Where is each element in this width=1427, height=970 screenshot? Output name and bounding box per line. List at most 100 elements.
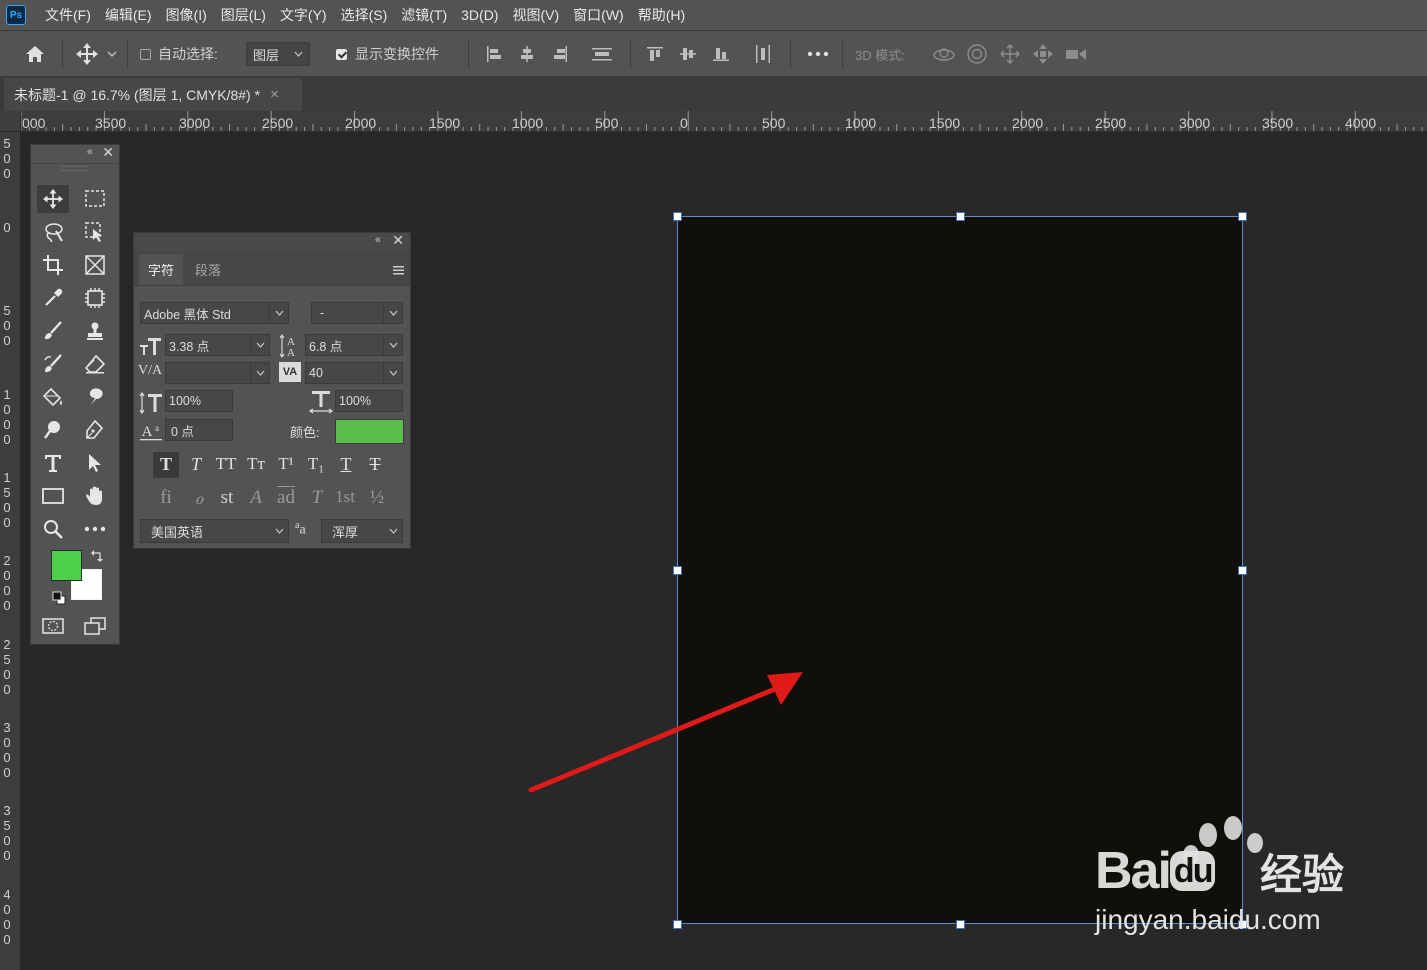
collapse-icon[interactable]: « [375,234,381,246]
distribute-vertical-icon[interactable] [590,31,614,77]
align-bottom-edges-icon[interactable] [710,31,732,77]
distribute-horizontal-icon[interactable] [752,31,774,77]
auto-select-checkbox[interactable] [138,31,152,77]
vertical-ruler[interactable]: 50005001000150020002500300035004000 [0,132,21,970]
transform-handle-right[interactable] [1238,566,1247,575]
menu-window[interactable]: 窗口(W) [566,0,631,30]
close-tab-icon[interactable]: × [270,86,279,103]
menu-type[interactable]: 文字(Y) [273,0,334,30]
align-left-edges-icon[interactable] [483,31,505,77]
swash-button[interactable]: A [243,487,269,509]
show-transform-checkbox[interactable] [334,31,348,77]
text-color-swatch[interactable] [335,419,404,444]
align-right-edges-icon[interactable] [549,31,571,77]
menu-select[interactable]: 选择(S) [334,0,395,30]
transform-handle-top-right[interactable] [1238,212,1247,221]
rectangle-tool-icon[interactable] [37,482,69,510]
kerning-dropdown[interactable] [165,362,270,384]
crop-tool-icon[interactable] [37,251,69,279]
path-selection-tool-icon[interactable] [79,449,111,477]
menu-filter[interactable]: 滤镜(T) [394,0,454,30]
collapse-icon[interactable]: « [87,146,93,158]
transform-handle-top-left[interactable] [673,212,682,221]
horizontal-scale-input[interactable]: 100% [335,390,403,412]
marquee-tool-icon[interactable] [79,185,111,213]
menu-layer[interactable]: 图层(L) [214,0,273,30]
stylistic-alternates-button[interactable]: ad [273,487,299,509]
titling-alternates-button[interactable]: T [304,487,330,509]
brush-tool-icon[interactable] [37,317,69,345]
tool-preset-chevron-down-icon[interactable] [104,31,120,77]
paint-bucket-tool-icon[interactable] [37,383,69,411]
zoom-tool-icon[interactable] [37,515,69,543]
all-caps-button[interactable]: TT [214,454,238,474]
horizontal-ruler[interactable]: 000 3500 3000 2500 2000 1500 1000 500 0 … [0,111,1427,132]
discretionary-ligatures-button[interactable]: st [214,487,240,509]
menu-help[interactable]: 帮助(H) [631,0,692,30]
transform-handle-left[interactable] [673,566,682,575]
transform-handle-top[interactable] [956,212,965,221]
swap-colors-icon[interactable] [90,549,104,566]
faux-italic-button[interactable]: T [184,454,208,475]
menu-3d[interactable]: 3D(D) [454,0,505,30]
old-style-button[interactable]: ℴ [186,487,212,510]
ligatures-button[interactable]: fi [153,487,179,509]
align-top-edges-icon[interactable] [644,31,666,77]
tab-paragraph[interactable]: 段落 [186,254,230,285]
transform-handle-bottom[interactable] [956,920,965,929]
pen-tool-icon[interactable] [79,416,111,444]
font-size-input[interactable]: 3.38 点 [165,334,270,356]
tab-character[interactable]: 字符 [139,254,183,285]
patch-tool-icon[interactable] [79,284,111,312]
faux-bold-button[interactable]: T [154,454,178,475]
hand-tool-icon[interactable] [79,482,111,510]
3d-orbit-icon[interactable] [930,31,958,77]
strikethrough-button[interactable]: T [363,454,387,475]
3d-pan-icon[interactable] [996,31,1024,77]
home-icon[interactable] [20,31,50,77]
align-horizontal-centers-icon[interactable] [516,31,538,77]
vertical-scale-input[interactable]: 100% [165,390,233,412]
subscript-button[interactable]: T₁ [304,454,328,474]
document-tab[interactable]: 未标题-1 @ 16.7% (图层 1, CMYK/8#) * × [4,78,302,111]
3d-scale-camera-icon[interactable] [1062,31,1090,77]
layer-dropdown[interactable]: 图层 [246,31,310,77]
foreground-color-swatch[interactable] [51,550,82,581]
screen-mode-icon[interactable] [79,612,111,640]
align-vertical-centers-icon[interactable] [677,31,699,77]
superscript-button[interactable]: T¹ [274,454,298,474]
ruler-origin[interactable] [0,111,21,132]
dodge-tool-icon[interactable] [37,416,69,444]
lasso-tool-icon[interactable] [37,218,69,246]
transform-handle-bottom-left[interactable] [673,920,682,929]
eraser-tool-icon[interactable] [79,350,111,378]
move-tool-icon[interactable] [37,185,69,213]
default-colors-icon[interactable] [52,591,66,608]
close-icon[interactable]: ✕ [392,232,404,249]
font-style-dropdown[interactable]: - [311,302,403,324]
character-panel-header[interactable]: « ✕ [134,232,410,251]
tools-panel-header[interactable]: « ✕ [31,144,119,164]
type-tool-icon[interactable] [37,449,69,477]
eyedropper-tool-icon[interactable] [37,284,69,312]
menu-edit[interactable]: 编辑(E) [98,0,159,30]
more-tools-icon[interactable] [79,515,111,543]
ordinals-button[interactable]: 1st [332,487,358,507]
smudge-tool-icon[interactable] [79,383,111,411]
small-caps-button[interactable]: Tт [244,454,268,474]
menu-file[interactable]: 文件(F) [38,0,98,30]
fractions-button[interactable]: ½ [364,487,390,509]
move-tool-icon[interactable] [72,31,102,77]
history-brush-tool-icon[interactable] [37,350,69,378]
underline-button[interactable]: T [334,454,358,475]
panel-menu-icon[interactable] [393,263,404,278]
language-dropdown[interactable]: 美国英语 [140,519,289,543]
frame-tool-icon[interactable] [79,251,111,279]
quick-mask-icon[interactable] [37,612,69,640]
stamp-tool-icon[interactable] [79,317,111,345]
font-family-dropdown[interactable]: Adobe 黑体 Std [140,302,289,324]
baseline-shift-input[interactable]: 0 点 [165,419,233,441]
leading-input[interactable]: 6.8 点 [305,334,403,356]
3d-slide-icon[interactable] [1029,31,1057,77]
antialias-dropdown[interactable]: 浑厚 [321,519,403,543]
